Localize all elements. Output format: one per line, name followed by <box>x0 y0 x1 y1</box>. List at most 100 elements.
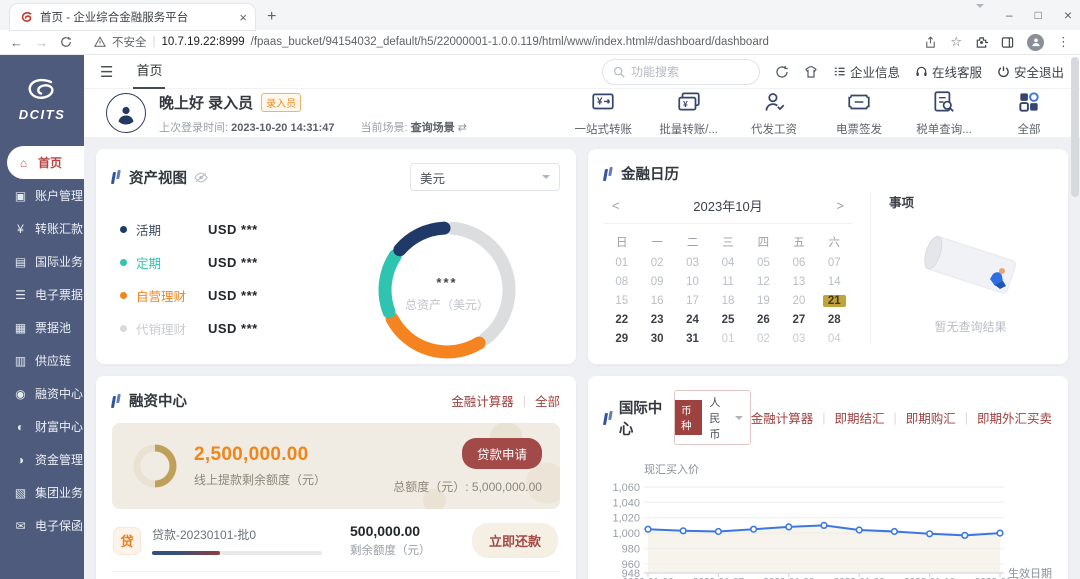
calendar-day[interactable]: 20 <box>781 295 816 307</box>
calendar-day[interactable]: 16 <box>639 295 674 307</box>
calendar-day[interactable]: 05 <box>746 257 781 269</box>
address-bar[interactable]: 不安全 | 10.7.19.22:8999/fpaas_bucket/94154… <box>84 32 912 52</box>
bookmark-star-icon[interactable]: ☆ <box>950 34 962 50</box>
sidebar-item-bill-pool[interactable]: ▦票据池 <box>0 311 84 344</box>
quick-action-batch-transfer[interactable]: ¥批量转账/... <box>659 89 718 137</box>
calendar-day[interactable]: 01 <box>710 333 745 345</box>
chrome-menu-icon[interactable]: ⋮ <box>1057 34 1070 50</box>
user-avatar[interactable] <box>106 93 146 133</box>
calendar-day[interactable]: 25 <box>710 314 745 326</box>
calendar-day[interactable]: 04 <box>817 333 852 345</box>
calendar-day[interactable]: 17 <box>675 295 710 307</box>
calendar-day[interactable]: 11 <box>710 276 745 288</box>
calendar-day[interactable]: 30 <box>639 333 674 345</box>
link-fx-calculator[interactable]: 金融计算器 <box>751 408 814 427</box>
calendar-day[interactable]: 14 <box>817 276 852 288</box>
calendar-day[interactable]: 23 <box>639 314 674 326</box>
calendar-day[interactable]: 29 <box>604 333 639 345</box>
calendar-day[interactable]: 24 <box>675 314 710 326</box>
calendar-day[interactable]: 22 <box>604 314 639 326</box>
calendar-day[interactable]: 10 <box>675 276 710 288</box>
link-finance-calculator[interactable]: 金融计算器 <box>451 391 514 410</box>
calendar-day[interactable]: 13 <box>781 276 816 288</box>
back-button[interactable]: ← <box>10 35 23 50</box>
sidebar-item-e-bill[interactable]: ☰电子票据 <box>0 278 84 311</box>
sidebar-item-account[interactable]: ▣账户管理 <box>0 179 84 212</box>
link-spot-fx-trade[interactable]: 即期外汇买卖 <box>977 408 1052 427</box>
forward-button[interactable]: → <box>35 35 48 50</box>
quick-action-payroll[interactable]: 代发工资 <box>745 89 803 137</box>
calendar-next-button[interactable]: > <box>832 198 848 213</box>
link-spot-settlement[interactable]: 即期结汇 <box>834 408 884 427</box>
quick-action-tax-query[interactable]: 税单查询... <box>915 89 973 137</box>
sidebar-item-guarantee[interactable]: ✉电子保函 <box>0 509 84 542</box>
window-maximize-button[interactable]: □ <box>1035 8 1042 22</box>
extensions-icon[interactable] <box>975 36 988 49</box>
calendar-day[interactable]: 12 <box>746 276 781 288</box>
calendar-day[interactable]: 28 <box>817 314 852 326</box>
calendar-day[interactable]: 02 <box>746 333 781 345</box>
svg-text:1,040: 1,040 <box>612 497 640 509</box>
search-box[interactable] <box>602 59 760 85</box>
window-menu-chevron-icon[interactable] <box>976 8 984 22</box>
link-spot-purchase[interactable]: 即期购汇 <box>906 408 956 427</box>
calendar-day[interactable]: 07 <box>817 257 852 269</box>
currency-select[interactable]: 美元 <box>410 163 560 191</box>
tab-home[interactable]: 首页 <box>133 55 165 89</box>
calendar-day[interactable]: 19 <box>746 295 781 307</box>
calendar-day[interactable]: 26 <box>746 314 781 326</box>
sidebar-item-home[interactable]: ⌂首页 <box>7 146 84 179</box>
link-safe-logout[interactable]: 安全退出 <box>997 62 1064 81</box>
calendar-day[interactable]: 08 <box>604 276 639 288</box>
sidebar-item-supply-chain[interactable]: ▥供应链 <box>0 344 84 377</box>
asset-view-card: 资产视图 美元 活期USD ***定期USD ***自营理财USD ***代销理… <box>96 149 576 364</box>
loan-apply-button[interactable]: 贷款申请 <box>462 438 542 469</box>
calendar-day[interactable]: 06 <box>781 257 816 269</box>
theme-skin-icon[interactable] <box>804 65 818 79</box>
sidebar-item-international[interactable]: ▤国际业务 <box>0 245 84 278</box>
sidebar-item-funds[interactable]: ◑资金管理 <box>0 443 84 476</box>
calendar-day[interactable]: 03 <box>781 333 816 345</box>
calendar-day[interactable]: 15 <box>604 295 639 307</box>
repay-now-button[interactable]: 立即还款 <box>472 523 558 558</box>
svg-text:¥: ¥ <box>683 99 688 109</box>
calendar-day[interactable]: 04 <box>710 257 745 269</box>
share-icon[interactable] <box>924 36 937 49</box>
sidebar-item-group[interactable]: ▧集团业务 <box>0 476 84 509</box>
reload-button[interactable] <box>60 36 72 48</box>
side-panel-icon[interactable] <box>1001 36 1014 49</box>
window-close-button[interactable]: × <box>1064 7 1072 23</box>
quick-action-all-apps[interactable]: 全部 <box>1000 89 1058 137</box>
calendar-day[interactable]: 09 <box>639 276 674 288</box>
profile-avatar-icon[interactable] <box>1027 34 1044 51</box>
calendar-day[interactable]: 18 <box>710 295 745 307</box>
calendar-day-today[interactable]: 21 <box>823 295 846 307</box>
hide-amounts-eye-icon[interactable] <box>194 172 208 183</box>
sidebar-item-wealth[interactable]: ◐财富中心 <box>0 410 84 443</box>
sidebar-item-transfer[interactable]: ¥转账汇款 <box>0 212 84 245</box>
calendar-day[interactable]: 01 <box>604 257 639 269</box>
menu-fold-icon[interactable]: ☰ <box>100 63 113 81</box>
search-input[interactable] <box>631 65 731 79</box>
sidebar-item-financing[interactable]: ◉融资中心 <box>0 377 84 410</box>
quick-action-e-ticket-issue[interactable]: 电票签发 <box>830 89 888 137</box>
calendar-day[interactable]: 31 <box>675 333 710 345</box>
refresh-icon[interactable] <box>775 65 789 79</box>
browser-tab[interactable]: 首页 - 企业综合金融服务平台 × <box>10 4 255 30</box>
link-company-info[interactable]: 企业信息 <box>833 62 900 81</box>
scene-switch-icon[interactable]: ⇄ <box>458 122 467 134</box>
scrollbar-thumb[interactable] <box>1071 57 1079 197</box>
new-tab-button[interactable]: + <box>267 4 276 30</box>
link-online-service[interactable]: 在线客服 <box>915 62 982 81</box>
currency-type-select[interactable]: 币种 人民币 <box>674 390 751 445</box>
calendar-day[interactable]: 02 <box>639 257 674 269</box>
asset-legend: 活期USD ***定期USD ***自营理财USD ***代销理财USD *** <box>112 205 352 375</box>
calendar-day[interactable]: 03 <box>675 257 710 269</box>
payroll-icon <box>761 89 787 115</box>
calendar-prev-button[interactable]: < <box>608 198 624 213</box>
link-all-financing[interactable]: 全部 <box>535 391 560 410</box>
window-minimize-button[interactable]: – <box>1006 8 1013 22</box>
calendar-day[interactable]: 27 <box>781 314 816 326</box>
tab-close-icon[interactable]: × <box>239 10 247 25</box>
quick-action-one-stop-transfer[interactable]: ¥一站式转账 <box>574 89 632 137</box>
